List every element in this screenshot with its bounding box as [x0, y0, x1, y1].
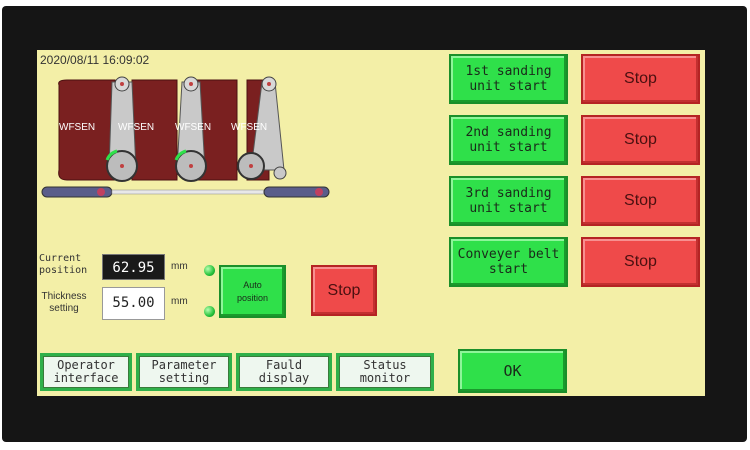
clock-display: 2020/08/11 16:09:02 [40, 53, 150, 67]
tab-operator-interface-label: Operator interface [43, 356, 129, 388]
brand-label-2: WFSEN [118, 122, 154, 133]
current-position-value: 62.95 [102, 254, 165, 280]
tab-parameter-setting-label: Parameter setting [139, 356, 229, 388]
tab-status-monitor[interactable]: Status monitor [336, 353, 434, 391]
current-position-label: Current position [39, 253, 88, 276]
brand-label-1: WFSEN [59, 122, 95, 133]
auto-position-button[interactable]: Auto position [219, 265, 286, 318]
status-led-bottom [204, 306, 215, 317]
hmi-screen: 2020/08/11 16:09:02 WFSEN WFSEN WFSEN WF… [37, 50, 705, 396]
ok-button[interactable]: OK [458, 349, 567, 393]
tab-parameter-setting[interactable]: Parameter setting [136, 353, 232, 391]
conveyor-belt-start-button[interactable]: Conveyer belt start [449, 237, 568, 287]
conveyor-belt-stop-button[interactable]: Stop [581, 237, 700, 287]
tab-fauld-display[interactable]: Fauld display [236, 353, 332, 391]
sanding-unit-3-start-button[interactable]: 3rd sanding unit start [449, 176, 568, 226]
tab-status-monitor-label: Status monitor [339, 356, 431, 388]
position-stop-button[interactable]: Stop [311, 265, 377, 316]
sanding-unit-2-start-button[interactable]: 2nd sanding unit start [449, 115, 568, 165]
thickness-setting-label: Thickness setting [41, 291, 87, 314]
sanding-unit-3-stop-button[interactable]: Stop [581, 176, 700, 226]
status-led-top [204, 265, 215, 276]
sanding-unit-1-start-button[interactable]: 1st sanding unit start [449, 54, 568, 104]
sanding-machine-illustration: WFSEN WFSEN WFSEN WFSEN [41, 76, 330, 198]
brand-label-4: WFSEN [231, 122, 267, 133]
tab-fauld-display-label: Fauld display [239, 356, 329, 388]
sanding-unit-2-stop-button[interactable]: Stop [581, 115, 700, 165]
current-position-unit: mm [171, 261, 188, 272]
sanding-unit-1-stop-button[interactable]: Stop [581, 54, 700, 104]
brand-label-3: WFSEN [175, 122, 211, 133]
thickness-setting-input[interactable]: 55.00 [102, 287, 165, 320]
tab-operator-interface[interactable]: Operator interface [40, 353, 132, 391]
thickness-setting-unit: mm [171, 296, 188, 307]
conveyor-belt [41, 186, 330, 198]
